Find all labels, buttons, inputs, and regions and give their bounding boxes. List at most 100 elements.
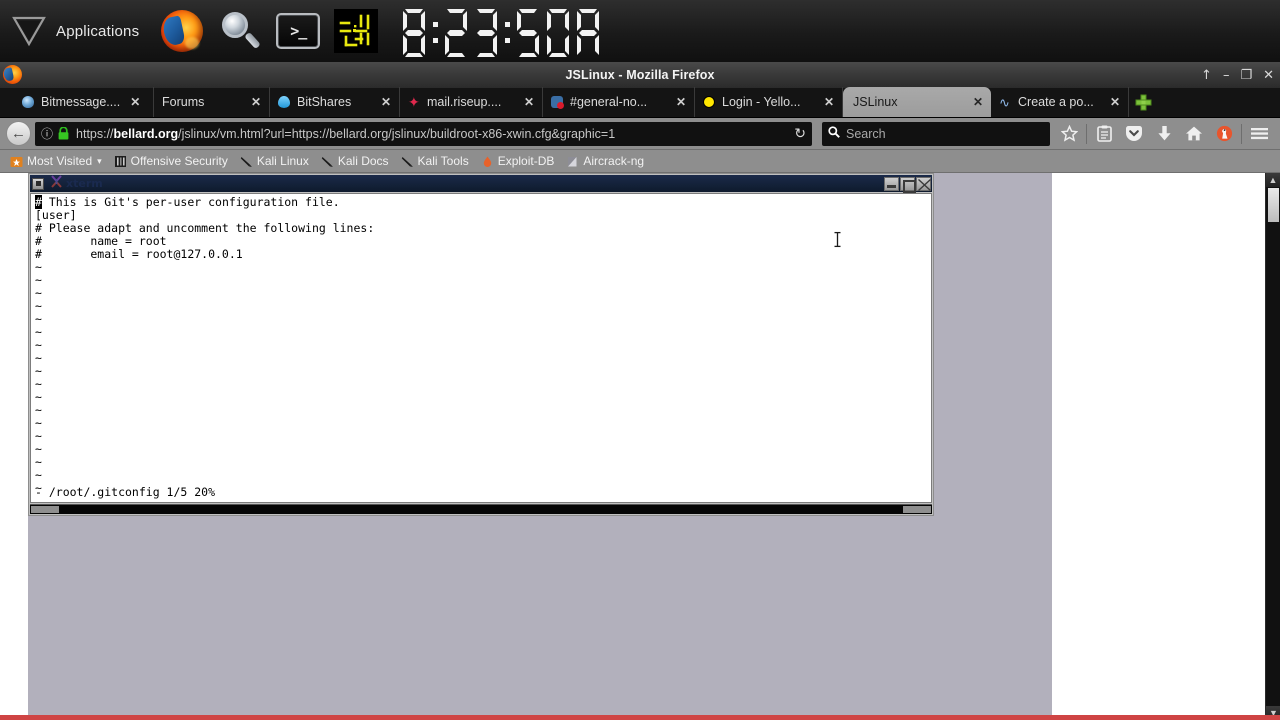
bookmark-label: Offensive Security xyxy=(130,154,228,168)
applications-menu-label[interactable]: Applications xyxy=(56,23,139,40)
vi-status-line: - /root/.gitconfig 1/5 20% xyxy=(35,485,216,499)
bookmark-most-visited[interactable]: Most Visited ▾ xyxy=(4,154,108,168)
bookmark-label: Kali Tools xyxy=(417,154,469,168)
xterm-terminal-body[interactable]: # This is Git's per-user configuration f… xyxy=(30,193,932,503)
bookmark-kali-docs[interactable]: Kali Docs xyxy=(315,154,395,168)
toolbar-divider xyxy=(1241,123,1242,144)
tab-label: Create a po... xyxy=(1018,95,1094,109)
tab-close-icon[interactable]: ✕ xyxy=(824,95,834,109)
aircrack-icon xyxy=(566,155,579,168)
xterm-scrollbar[interactable] xyxy=(30,504,932,514)
tab-close-icon[interactable]: ✕ xyxy=(524,95,534,109)
jslinux-vm-canvas[interactable]: xterm # This is Git's per-user configura… xyxy=(28,173,1052,720)
search-bar[interactable]: Search xyxy=(822,121,1050,146)
calculator-launcher[interactable] xyxy=(327,2,385,60)
home-icon[interactable] xyxy=(1179,119,1209,149)
tab-strip: Bitmessage.... ✕ Forums ✕ BitShares ✕ ✦ … xyxy=(0,87,1280,118)
bookmark-label: Kali Linux xyxy=(256,154,309,168)
window-title: JSLinux - Mozilla Firefox xyxy=(565,68,715,82)
kali-dragon-icon xyxy=(240,155,253,168)
bookmark-label: Most Visited xyxy=(27,154,93,168)
xterm-window[interactable]: xterm # This is Git's per-user configura… xyxy=(28,173,934,516)
chevron-down-icon: ▾ xyxy=(97,155,102,166)
vi-cursor: # xyxy=(35,195,42,209)
tab-label: Forums xyxy=(162,95,205,109)
toolbar-divider xyxy=(1086,123,1087,144)
bookmark-exploit-db[interactable]: Exploit-DB xyxy=(475,154,561,168)
scrollbar-thumb[interactable] xyxy=(1268,188,1279,222)
folder-star-icon xyxy=(10,155,23,168)
hamburger-menu-icon[interactable] xyxy=(1244,119,1274,149)
duckduckgo-icon[interactable] xyxy=(1209,119,1239,149)
reader-list-icon[interactable] xyxy=(1089,119,1119,149)
search-icon xyxy=(828,125,840,143)
magnifier-icon xyxy=(220,11,262,51)
text-ibeam-cursor xyxy=(833,231,842,248)
tab-close-icon[interactable]: ✕ xyxy=(251,95,261,109)
firefox-launcher[interactable] xyxy=(153,2,211,60)
browser-tab-bitmessage[interactable]: Bitmessage.... ✕ xyxy=(14,87,154,117)
maximize-button[interactable]: ❐ xyxy=(1240,69,1252,82)
browser-tab-bitshares[interactable]: BitShares ✕ xyxy=(270,87,400,117)
browser-tab-jslinux-active[interactable]: JSLinux ✕ xyxy=(843,87,991,117)
triangle-down-icon xyxy=(12,16,46,47)
scrollbar-thumb-right[interactable] xyxy=(903,506,931,513)
bookmark-label: Aircrack-ng xyxy=(583,154,645,168)
bookmark-label: Kali Docs xyxy=(337,154,389,168)
search-launcher[interactable] xyxy=(211,2,269,60)
reload-icon[interactable]: ↻ xyxy=(794,125,806,142)
tab-label: Bitmessage.... xyxy=(41,95,121,109)
browser-tab-general-notes[interactable]: #general-no... ✕ xyxy=(543,87,695,117)
downloads-icon[interactable] xyxy=(1149,119,1179,149)
pocket-icon[interactable] xyxy=(1119,119,1149,149)
page-scrollbar[interactable]: ▲ ▼ xyxy=(1265,173,1280,720)
plus-icon xyxy=(1135,94,1151,110)
tab-label: BitShares xyxy=(297,95,352,109)
browser-tab-forums[interactable]: Forums ✕ xyxy=(154,87,270,117)
restore-button[interactable]: ↑ xyxy=(1201,69,1212,82)
maximize-icon[interactable] xyxy=(900,176,916,193)
bookmark-offensive-security[interactable]: Offensive Security xyxy=(108,154,234,168)
page-content: xterm # This is Git's per-user configura… xyxy=(0,173,1280,720)
firefox-icon xyxy=(161,10,204,52)
yellow-dot-icon xyxy=(703,95,716,109)
terminal-launcher[interactable]: >_ xyxy=(269,2,327,60)
browser-tab-login-yellow[interactable]: Login - Yello... ✕ xyxy=(695,87,843,117)
back-button[interactable]: ← xyxy=(6,121,31,146)
scrollbar-up-button[interactable]: ▲ xyxy=(1266,173,1280,187)
bookmark-star-icon[interactable] xyxy=(1054,119,1084,149)
padlock-icon[interactable] xyxy=(58,127,69,140)
close-icon[interactable] xyxy=(916,176,931,191)
applications-menu-triangle-icon[interactable] xyxy=(6,8,52,54)
browser-tab-create-post[interactable]: ∿ Create a po... ✕ xyxy=(991,87,1129,117)
bookmark-aircrack-ng[interactable]: Aircrack-ng xyxy=(560,154,650,168)
tab-label: mail.riseup.... xyxy=(427,95,502,109)
riot-chat-icon xyxy=(551,95,564,109)
tab-close-icon[interactable]: ✕ xyxy=(676,95,686,109)
bottom-accent-strip xyxy=(0,715,1280,720)
tab-label: Login - Yello... xyxy=(722,95,801,109)
scrollbar-thumb-left[interactable] xyxy=(31,506,59,513)
vi-line-0-tail: This is Git's per-user configuration fil… xyxy=(41,195,340,209)
tab-close-icon[interactable]: ✕ xyxy=(1110,95,1120,109)
xterm-titlebar[interactable]: xterm xyxy=(30,174,932,193)
new-tab-button[interactable] xyxy=(1129,87,1157,117)
tab-close-icon[interactable]: ✕ xyxy=(381,95,391,109)
close-button[interactable]: ✕ xyxy=(1263,69,1274,82)
minimize-icon[interactable] xyxy=(884,176,899,191)
browser-tab-mail-riseup[interactable]: ✦ mail.riseup.... ✕ xyxy=(400,87,543,117)
bookmark-kali-linux[interactable]: Kali Linux xyxy=(234,154,315,168)
xterm-title-label: xterm xyxy=(66,177,103,190)
tab-close-icon[interactable]: ✕ xyxy=(973,95,983,109)
window-menu-icon[interactable] xyxy=(32,177,44,190)
xterm-app-icon xyxy=(50,174,63,193)
info-circle-icon[interactable]: ⓘ xyxy=(41,125,53,142)
terminal-icon: >_ xyxy=(276,13,321,49)
minimize-button[interactable]: – xyxy=(1223,69,1230,82)
xterm-window-controls xyxy=(883,175,931,193)
url-bar[interactable]: ⓘ https://bellard.org/jslinux/vm.html?ur… xyxy=(35,121,812,146)
panel-digital-clock xyxy=(399,2,609,60)
bookmark-kali-tools[interactable]: Kali Tools xyxy=(395,154,475,168)
tab-close-icon[interactable]: ✕ xyxy=(130,95,140,109)
wave-icon: ∿ xyxy=(999,94,1010,110)
